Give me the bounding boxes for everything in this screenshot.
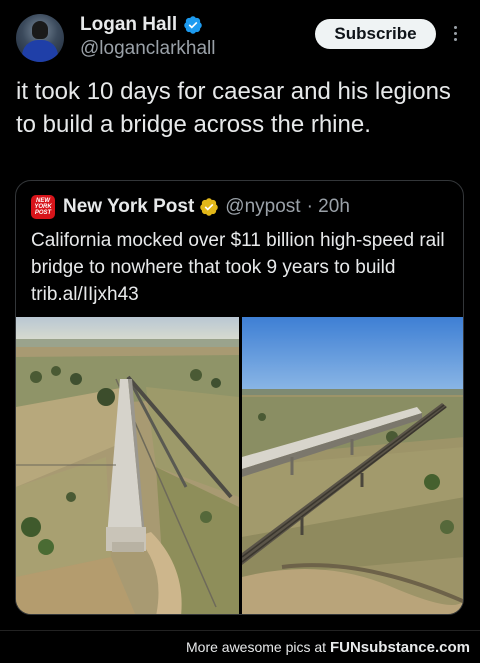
quoted-tweet[interactable]: NEW YORK POST New York Post @nypost · 20h …: [15, 180, 464, 615]
quoted-text: California mocked over $11 billion high-…: [31, 230, 445, 305]
author-name-row: Logan Hall: [80, 14, 203, 36]
photo-bridge-side[interactable]: [242, 317, 463, 614]
subscribe-button[interactable]: Subscribe: [315, 19, 436, 49]
footer-prefix: More awesome pics at: [186, 639, 330, 655]
author-name[interactable]: Logan Hall: [80, 14, 177, 36]
footer-brand: FUNsubstance.com: [329, 639, 470, 656]
quoted-header: NEW YORK POST New York Post @nypost · 20h: [31, 195, 350, 219]
author-handle[interactable]: @loganclarkhall: [80, 38, 215, 60]
more-options-icon[interactable]: [448, 23, 462, 43]
quoted-author-name[interactable]: New York Post: [63, 196, 194, 218]
footer-text[interactable]: More awesome pics at FUNsubstance.com: [186, 639, 470, 656]
quoted-media[interactable]: [16, 317, 463, 614]
quoted-author-handle[interactable]: @nypost: [225, 196, 300, 218]
verified-badge-icon: [184, 16, 202, 34]
avatar-head: [32, 21, 48, 39]
nypost-logo: NEW YORK POST: [31, 195, 55, 219]
gold-verified-badge-icon: [200, 198, 219, 216]
tweet-text: it took 10 days for caesar and his legio…: [16, 78, 451, 138]
quoted-time: · 20h: [306, 196, 350, 217]
watermark-footer: More awesome pics at FUNsubstance.com: [0, 630, 480, 663]
avatar[interactable]: [16, 14, 64, 62]
photo-bridge-aerial[interactable]: [16, 317, 239, 614]
avatar-shirt: [22, 40, 58, 62]
